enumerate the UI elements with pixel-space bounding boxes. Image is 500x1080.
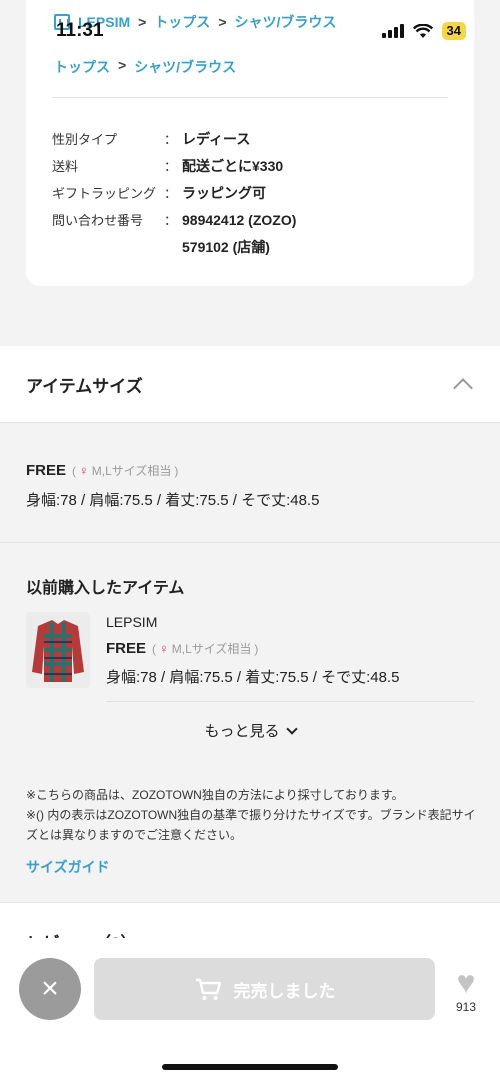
spec-table: 性別タイプ ： レディース 送料 ： 配送ごとに¥330 ギフトラッピング ： …: [52, 125, 296, 260]
note-line: ※() 内の表示はZOZOTOWN独自の基準で振り分けたサイズです。ブランド表記…: [26, 808, 476, 842]
breadcrumb-shirts[interactable]: シャツ/ブラウス: [235, 12, 337, 32]
close-button[interactable]: ×: [19, 958, 81, 1020]
spec-key: ギフトラッピング: [52, 186, 157, 201]
size-guide-link[interactable]: サイズガイド: [26, 857, 110, 877]
previous-item-image[interactable]: [26, 612, 90, 688]
home-indicator: [162, 1064, 338, 1070]
size-note-text: M,Lサイズ相当: [171, 642, 252, 656]
show-more-button[interactable]: もっと見る: [0, 720, 500, 741]
size-block: FREE ( ♀ M,Lサイズ相当 ) 身幅:78 / 肩幅:75.5 / 着丈…: [26, 462, 319, 510]
spec-value: レディース: [182, 130, 251, 147]
sold-out-button: 完売しました: [94, 958, 435, 1020]
size-note: ( ♀ M,Lサイズ相当 ): [72, 463, 179, 478]
size-name: FREE: [26, 462, 67, 479]
divider: [0, 542, 500, 543]
spec-value: ラッピング可: [182, 184, 266, 201]
spec-colon: ：: [164, 132, 178, 147]
person-icon: ♀: [79, 463, 89, 478]
heart-icon: ♥: [456, 964, 476, 1000]
cart-icon: [195, 978, 221, 1000]
previous-item-brand: LEPSIM: [106, 614, 158, 630]
spec-value-store: 579102 (店舗): [182, 238, 270, 255]
spec-row-gender: 性別タイプ ： レディース: [52, 125, 296, 152]
previous-item-size: FREE ( ♀ M,Lサイズ相当 ): [106, 640, 399, 657]
breadcrumb-tops[interactable]: トップス: [54, 57, 110, 77]
breadcrumb-separator: >: [218, 14, 227, 30]
previous-item-measurements: 身幅:78 / 肩幅:75.5 / 着丈:75.5 / そで丈:48.5: [106, 669, 400, 686]
wifi-icon: [412, 23, 433, 38]
breadcrumb-shirts[interactable]: シャツ/ブラウス: [134, 57, 236, 77]
size-notes: ※こちらの商品は、ZOZOTOWN独自の方法により採寸しております。 ※() 内…: [26, 785, 476, 845]
spec-colon: ：: [164, 186, 178, 201]
top-card: LEPSIM > トップス > シャツ/ブラウス トップス > シャツ/ブラウス…: [26, 0, 474, 286]
spec-key: 送料: [52, 159, 79, 174]
divider: [106, 701, 474, 702]
breadcrumb-separator: >: [118, 57, 127, 73]
status-icons: 34: [381, 22, 466, 40]
show-more-label: もっと見る: [204, 723, 280, 740]
battery-icon: 34: [441, 22, 466, 40]
note-line: ※こちらの商品は、ZOZOTOWN独自の方法により採寸しております。: [26, 788, 404, 802]
chevron-up-icon: [453, 378, 473, 398]
breadcrumb-separator: >: [138, 14, 147, 30]
previous-items-title: 以前購入したアイテム: [26, 580, 185, 597]
size-line: FREE ( ♀ M,Lサイズ相当 ): [26, 462, 319, 479]
sold-out-label: 完売しました: [233, 981, 336, 1001]
person-icon: ♀: [159, 641, 169, 656]
spec-row-contact: 問い合わせ番号 ： 98942412 (ZOZO): [52, 206, 296, 233]
spec-value: 配送ごとに¥330: [182, 157, 284, 174]
spec-key: 問い合わせ番号: [52, 213, 144, 228]
breadcrumb-second: トップス > シャツ/ブラウス: [54, 57, 236, 77]
divider: [52, 97, 448, 98]
spec-row-shipping: 送料 ： 配送ごとに¥330: [52, 152, 296, 179]
spec-value: 98942412 (ZOZO): [182, 211, 297, 228]
item-size-header[interactable]: アイテムサイズ: [0, 346, 500, 423]
favorite-button[interactable]: ♥ 913: [446, 966, 486, 1014]
spec-row-gift: ギフトラッピング ： ラッピング可: [52, 179, 296, 206]
size-note-text: M,Lサイズ相当: [91, 464, 172, 478]
size-measurements: 身幅:78 / 肩幅:75.5 / 着丈:75.5 / そで丈:48.5: [26, 492, 320, 509]
favorite-count: 913: [455, 1000, 477, 1014]
chevron-down-icon: [285, 722, 298, 735]
section-title: アイテムサイズ: [26, 376, 143, 396]
size-note: ( ♀ M,Lサイズ相当 ): [152, 641, 259, 656]
bottom-action-bar: × 完売しました ♥ 913: [0, 938, 500, 1080]
signal-icon: [381, 24, 404, 38]
spec-colon: ：: [164, 213, 178, 228]
spec-colon: ：: [164, 159, 178, 174]
status-time: 11:31: [56, 20, 104, 41]
previous-item-info: LEPSIM FREE ( ♀ M,Lサイズ相当 ) 身幅:78 / 肩幅:75…: [106, 614, 399, 687]
size-name: FREE: [106, 640, 147, 657]
spec-key: 性別タイプ: [52, 132, 118, 147]
breadcrumb-tops[interactable]: トップス: [154, 12, 210, 32]
close-icon: ×: [41, 972, 59, 1005]
